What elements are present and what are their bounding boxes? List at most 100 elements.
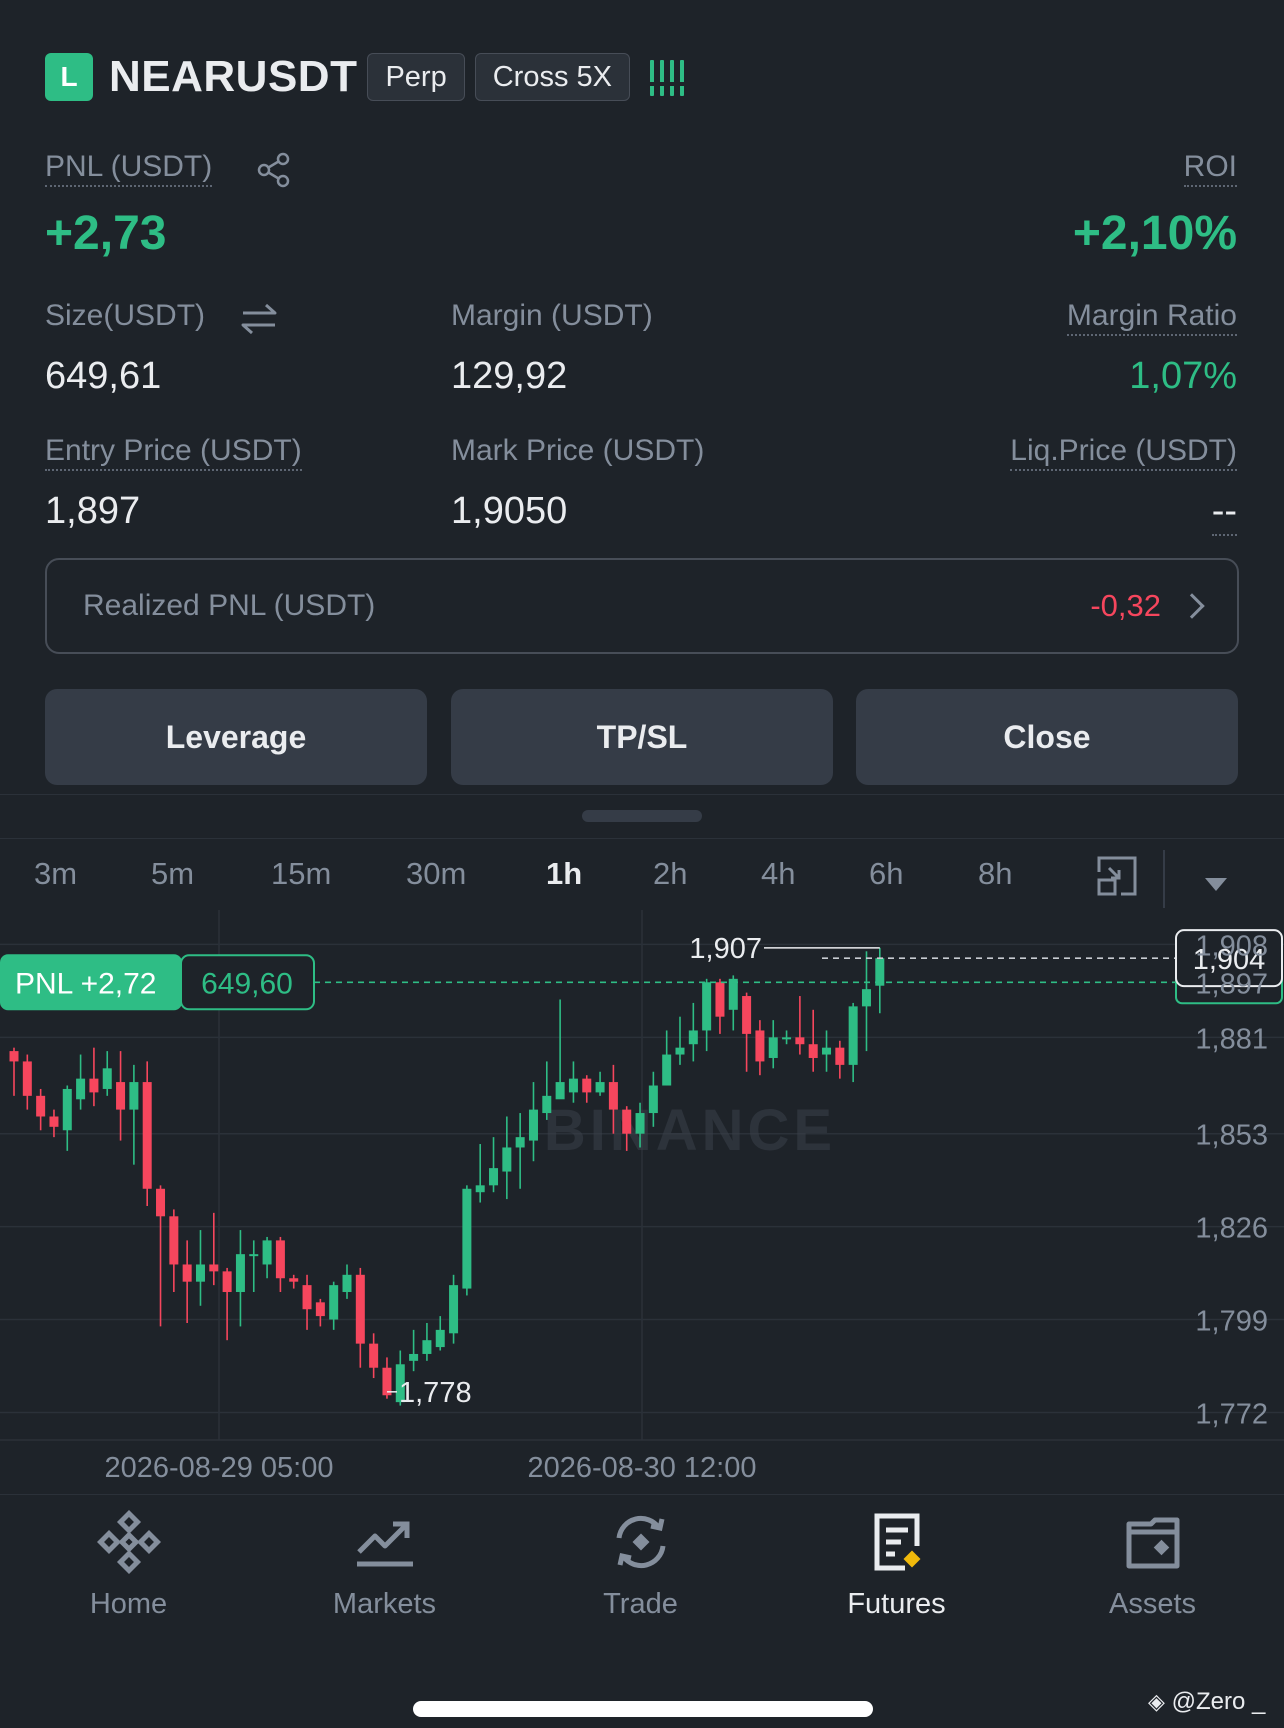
tab-8h[interactable]: 8h [978, 856, 1012, 892]
pnl-tag-value: 649,60 [201, 967, 293, 1000]
low-marker-label: 1,778 [399, 1377, 472, 1409]
timeframe-bar: 3m 5m 15m 30m 1h 2h 4h 6h 8h [0, 850, 1284, 908]
fullscreen-icon[interactable] [1095, 854, 1139, 898]
x-axis: 2026-08-29 05:00 2026-08-30 12:00 [105, 1452, 757, 1484]
candle-body [742, 996, 752, 1034]
candle-body [675, 1047, 685, 1055]
realized-pnl-value: -0,32 [1090, 588, 1161, 623]
candle-body [662, 1054, 672, 1086]
roi-label-group: ROI [1183, 150, 1237, 187]
roi-label[interactable]: ROI [1183, 150, 1237, 187]
divider [0, 838, 1284, 839]
candle-body [688, 1030, 698, 1045]
nav-home[interactable]: Home [0, 1510, 257, 1621]
position-header: L NEARUSDT Perp Cross 5X [45, 52, 684, 102]
diamond-icon: ◈ [1148, 1689, 1165, 1714]
candle-body [49, 1116, 59, 1127]
symbol-title[interactable]: NEARUSDT [109, 52, 357, 102]
margin-label: Margin (USDT) [451, 299, 653, 332]
share-icon[interactable] [256, 152, 292, 188]
candle-body [289, 1278, 299, 1282]
margin-mode-tag[interactable]: Cross 5X [474, 53, 630, 101]
margin-ratio-label-group: Margin Ratio [1066, 299, 1237, 336]
candle-body [861, 989, 871, 1007]
candle-body [195, 1264, 205, 1282]
candle-body [342, 1274, 352, 1293]
candle-body [235, 1254, 245, 1293]
candle-body [182, 1264, 192, 1282]
candlestick-chart[interactable]: BINANCE PNL +2,72 649,601,9041,9071,778 1… [0, 910, 1284, 1500]
y-tick-label: 1,908 [1195, 930, 1268, 962]
margin-ratio-label[interactable]: Margin Ratio [1066, 299, 1237, 336]
candle-body [275, 1240, 285, 1279]
candle-body [462, 1188, 472, 1289]
swap-icon[interactable] [240, 302, 278, 336]
chart-trend-icon [356, 1521, 413, 1567]
tab-1h[interactable]: 1h [546, 856, 582, 892]
candle-body [595, 1082, 605, 1093]
margin-value: 129,92 [451, 355, 568, 397]
tab-2h[interactable]: 2h [653, 856, 687, 892]
watermark: ◈ @Zero _ [1148, 1688, 1265, 1716]
tab-3m[interactable]: 3m [34, 856, 77, 892]
y-axis: 1,908 1,897 1,881 1,853 1,826 1,799 1,772 [1195, 930, 1268, 1430]
y-tick-label: 1,897 [1195, 968, 1268, 1000]
tab-4h[interactable]: 4h [761, 856, 795, 892]
chevron-right-icon [1179, 593, 1205, 619]
candle-body [355, 1274, 365, 1344]
pnl-label[interactable]: PNL (USDT) [45, 150, 213, 187]
y-tick-label: 1,799 [1195, 1306, 1268, 1338]
tab-15m[interactable]: 15m [271, 856, 331, 892]
futures-doc-icon [874, 1513, 920, 1571]
drag-handle[interactable] [582, 810, 702, 822]
candle-body [169, 1216, 179, 1265]
mark-price-value: 1,9050 [451, 490, 568, 532]
entry-label-group: Entry Price (USDT) [45, 434, 302, 471]
home-indicator[interactable] [413, 1701, 873, 1717]
size-value: 649,61 [45, 355, 162, 397]
candle-body [755, 1030, 765, 1062]
candle-body [222, 1271, 232, 1293]
close-position-button[interactable]: Close [856, 689, 1238, 785]
candle-body [542, 1095, 552, 1114]
nav-assets[interactable]: Assets [1024, 1510, 1281, 1621]
high-marker-label: 1,907 [689, 933, 762, 965]
size-label: Size(USDT) [45, 299, 206, 332]
tab-30m[interactable]: 30m [406, 856, 466, 892]
candle-body [116, 1082, 126, 1110]
candle-body [329, 1285, 339, 1320]
pnl-tag-label: PNL +2,72 [15, 967, 157, 1000]
candle-body [795, 1037, 805, 1045]
tpsl-button[interactable]: TP/SL [451, 689, 833, 785]
nav-trade[interactable]: Trade [512, 1510, 769, 1621]
risk-bars-icon[interactable] [649, 58, 684, 96]
long-badge: L [45, 53, 93, 101]
candle-body [715, 982, 725, 1017]
tab-5m[interactable]: 5m [151, 856, 194, 892]
liq-price-label[interactable]: Liq.Price (USDT) [1010, 434, 1237, 471]
candle-body [822, 1047, 832, 1055]
tab-6h[interactable]: 6h [869, 856, 903, 892]
candle-body [702, 982, 712, 1031]
y-tick-label: 1,826 [1195, 1213, 1268, 1245]
candle-body [835, 1047, 845, 1065]
candle-body [9, 1051, 19, 1062]
candle-body [475, 1185, 485, 1193]
candle-body [22, 1061, 32, 1096]
candle-body [302, 1285, 312, 1310]
leverage-button[interactable]: Leverage [45, 689, 427, 785]
candle-body [608, 1082, 618, 1110]
nav-futures[interactable]: Futures [768, 1510, 1025, 1621]
candle-body [89, 1078, 99, 1093]
candle-body [142, 1082, 152, 1189]
nav-assets-label: Assets [1108, 1588, 1197, 1620]
chevron-down-icon[interactable] [1205, 878, 1227, 891]
candle-body [768, 1037, 778, 1058]
chart-overlays: PNL +2,72 649,601,9041,9071,778 [0, 929, 1283, 1409]
nav-markets[interactable]: Markets [256, 1510, 513, 1621]
entry-price-label[interactable]: Entry Price (USDT) [45, 434, 302, 471]
exchange-icon [616, 1516, 665, 1568]
x-tick-label: 2026-08-30 12:00 [528, 1452, 757, 1484]
candle-body [102, 1068, 112, 1089]
realized-pnl-row[interactable]: Realized PNL (USDT) -0,32 [45, 558, 1239, 654]
